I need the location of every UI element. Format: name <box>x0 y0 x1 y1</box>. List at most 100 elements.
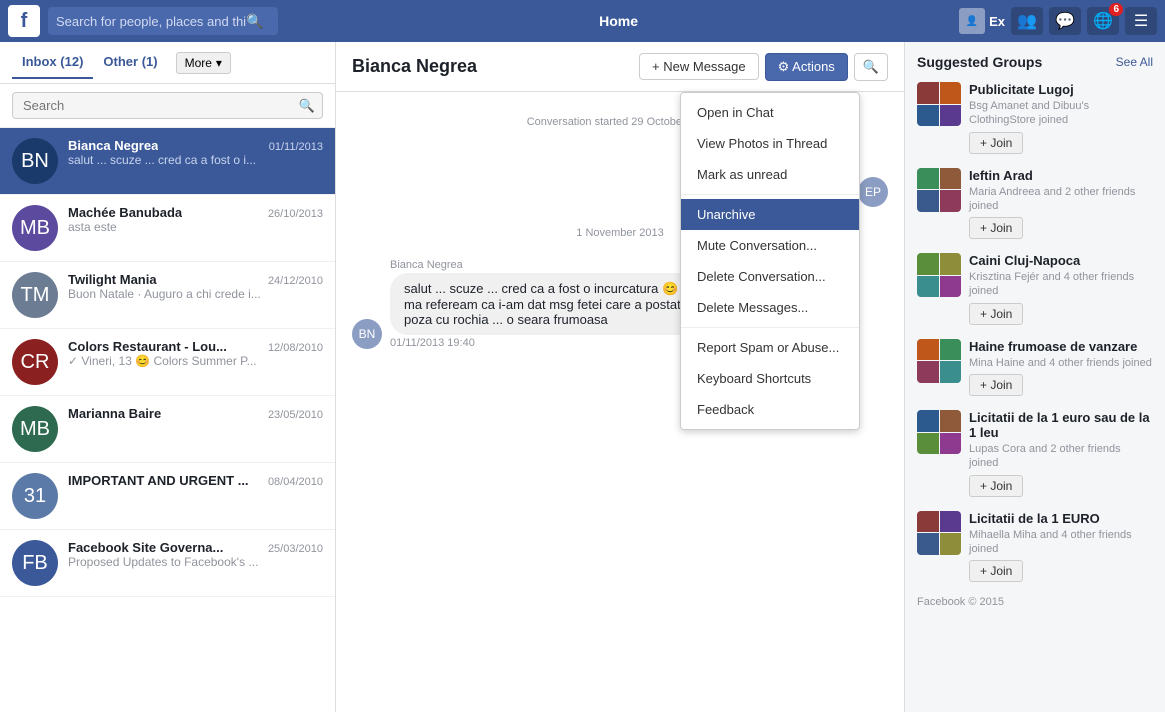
search-messages-icon: 🔍 <box>299 98 315 114</box>
search-input[interactable] <box>56 14 246 29</box>
avatar-quarter <box>917 105 939 127</box>
avatar-quarter <box>940 253 962 275</box>
dropdown-item[interactable]: Delete Messages... <box>681 292 859 323</box>
message-preview: ✓ Vineri, 13 😊 Colors Summer P... <box>68 354 323 368</box>
dropdown-separator <box>681 194 859 195</box>
group-description: Maria Andreea and 2 other friends joined <box>969 185 1153 214</box>
message-date: 25/03/2010 <box>268 543 323 555</box>
join-button[interactable]: + Join <box>969 475 1023 497</box>
join-button[interactable]: + Join <box>969 374 1023 396</box>
avatar-quarter <box>940 168 962 190</box>
group-info: Ieftin Arad Maria Andreea and 2 other fr… <box>969 168 1153 240</box>
friends-icon-button[interactable]: 👥 <box>1011 7 1043 35</box>
join-button[interactable]: + Join <box>969 132 1023 154</box>
avatar-quarter <box>940 433 962 455</box>
list-item[interactable]: FB Facebook Site Governa... 25/03/2010 P… <box>0 530 335 597</box>
notification-badge: 6 <box>1109 3 1123 16</box>
message-date: 12/08/2010 <box>268 342 323 354</box>
group-name: Ieftin Arad <box>969 168 1153 183</box>
groups-list: Publicitate Lugoj Bsg Amanet and Dibuu's… <box>917 82 1153 582</box>
search-messages-area: 🔍 <box>0 84 335 128</box>
dropdown-item[interactable]: Mute Conversation... <box>681 230 859 261</box>
dropdown-item[interactable]: Open in Chat <box>681 97 859 128</box>
user-avatar-small: 👤 <box>959 8 985 34</box>
suggested-groups-header: Suggested Groups See All <box>917 54 1153 70</box>
more-button[interactable]: More ▾ <box>176 52 231 74</box>
dropdown-item[interactable]: Unarchive <box>681 199 859 230</box>
notifications-icon-button[interactable]: 🌐 6 <box>1087 7 1119 35</box>
bubble-meta: 01/11/2013 19:40 <box>390 337 712 349</box>
group-avatar <box>917 511 961 555</box>
see-all-link[interactable]: See All <box>1116 55 1153 69</box>
avatar-quarter <box>940 190 962 212</box>
avatar-quarter <box>940 533 962 555</box>
list-item: Publicitate Lugoj Bsg Amanet and Dibuu's… <box>917 82 1153 154</box>
nav-user[interactable]: 👤 Ex <box>959 8 1005 34</box>
settings-icon-button[interactable]: ☰ <box>1125 7 1157 35</box>
avatar-quarter <box>940 276 962 298</box>
message-list: BN Bianca Negrea 01/11/2013 salut ... sc… <box>0 128 335 712</box>
nav-center: Home <box>286 9 951 33</box>
group-avatar <box>917 253 961 297</box>
group-name: Caini Cluj-Napoca <box>969 253 1153 268</box>
join-button[interactable]: + Join <box>969 217 1023 239</box>
search-conversation-button[interactable]: 🔍 <box>854 53 888 81</box>
message-content: Colors Restaurant - Lou... 12/08/2010 ✓ … <box>68 339 323 368</box>
right-sidebar: Suggested Groups See All Publicitate Lug… <box>905 42 1165 712</box>
message-sender-name: Facebook Site Governa... <box>68 540 223 555</box>
dropdown-item[interactable]: Feedback <box>681 394 859 425</box>
dropdown-separator <box>681 327 859 328</box>
avatar-quarter <box>917 253 939 275</box>
message-sender-name: IMPORTANT AND URGENT ... <box>68 473 249 488</box>
avatar-quarter <box>917 361 939 383</box>
message-preview: Buon Natale · Auguro a chi crede i... <box>68 287 323 301</box>
join-button[interactable]: + Join <box>969 560 1023 582</box>
list-item[interactable]: MB Marianna Baire 23/05/2010 <box>0 396 335 463</box>
home-button[interactable]: Home <box>587 9 650 33</box>
group-description: Bsg Amanet and Dibuu's ClothingStore joi… <box>969 99 1153 128</box>
messages-icon-button[interactable]: 💬 <box>1049 7 1081 35</box>
tab-inbox[interactable]: Inbox (12) <box>12 46 93 79</box>
facebook-logo: f <box>8 5 40 37</box>
suggested-title: Suggested Groups <box>917 54 1042 70</box>
message-preview: asta este <box>68 220 323 234</box>
conversation-title: Bianca Negrea <box>352 56 639 77</box>
dropdown-item[interactable]: Keyboard Shortcuts <box>681 363 859 394</box>
avatar-quarter <box>917 339 939 361</box>
message-search-input[interactable] <box>12 92 323 119</box>
message-date: 26/10/2013 <box>268 208 323 220</box>
avatar-quarter <box>917 168 939 190</box>
more-label: More <box>185 56 212 70</box>
list-item: Haine frumoase de vanzare Mina Haine and… <box>917 339 1153 396</box>
dropdown-item[interactable]: Report Spam or Abuse... <box>681 332 859 363</box>
list-item[interactable]: BN Bianca Negrea 01/11/2013 salut ... sc… <box>0 128 335 195</box>
message-content: IMPORTANT AND URGENT ... 08/04/2010 <box>68 473 323 488</box>
message-sender-name: Marianna Baire <box>68 406 161 421</box>
chevron-down-icon: ▾ <box>216 56 222 70</box>
message-date: 24/12/2010 <box>268 275 323 287</box>
group-name: Licitatii de la 1 EURO <box>969 511 1153 526</box>
message-sender-name: Twilight Mania <box>68 272 157 287</box>
actions-button[interactable]: ⚙ Actions <box>765 53 848 81</box>
dropdown-item[interactable]: Mark as unread <box>681 159 859 190</box>
dropdown-item[interactable]: View Photos in Thread <box>681 128 859 159</box>
group-name: Publicitate Lugoj <box>969 82 1153 97</box>
list-item[interactable]: CR Colors Restaurant - Lou... 12/08/2010… <box>0 329 335 396</box>
new-message-button[interactable]: + New Message <box>639 53 759 80</box>
tab-other[interactable]: Other (1) <box>93 46 167 79</box>
conversation-actions: + New Message ⚙ Actions 🔍 <box>639 53 888 81</box>
avatar: TM <box>12 272 58 318</box>
list-item[interactable]: 31 IMPORTANT AND URGENT ... 08/04/2010 <box>0 463 335 530</box>
list-item[interactable]: MB Machée Banubada 26/10/2013 asta este <box>0 195 335 262</box>
avatar-quarter <box>940 105 962 127</box>
group-description: Mihaella Miha and 4 other friends joined <box>969 528 1153 557</box>
search-bar[interactable]: 🔍 <box>48 7 278 35</box>
message-content: Twilight Mania 24/12/2010 Buon Natale · … <box>68 272 323 301</box>
list-item[interactable]: TM Twilight Mania 24/12/2010 Buon Natale… <box>0 262 335 329</box>
group-info: Licitatii de la 1 EURO Mihaella Miha and… <box>969 511 1153 583</box>
message-preview: salut ... scuze ... cred ca a fost o i..… <box>68 153 323 167</box>
dropdown-item[interactable]: Delete Conversation... <box>681 261 859 292</box>
group-avatar <box>917 168 961 212</box>
avatar-quarter <box>940 339 962 361</box>
join-button[interactable]: + Join <box>969 303 1023 325</box>
